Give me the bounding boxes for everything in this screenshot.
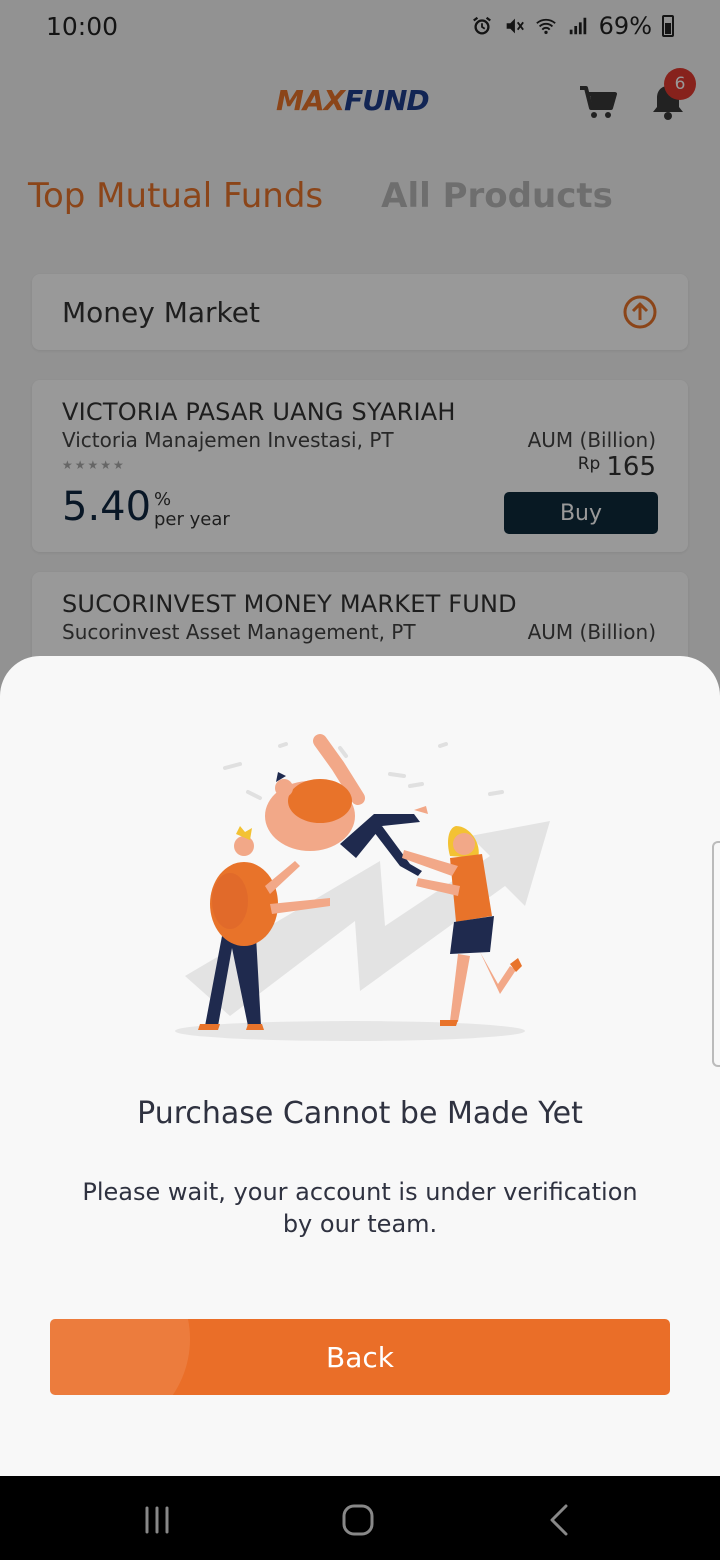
dialog-message: Please wait, your account is under verif… [82, 1178, 638, 1238]
system-nav-bar [0, 1476, 720, 1560]
recent-apps-icon[interactable] [138, 1500, 178, 1540]
button-shine [50, 1319, 190, 1395]
back-button[interactable]: Back [50, 1319, 670, 1395]
home-icon[interactable] [338, 1500, 378, 1540]
celebration-illustration [175, 734, 550, 1041]
dialog-title: Purchase Cannot be Made Yet [137, 1096, 583, 1131]
scroll-handle[interactable] [712, 841, 720, 1067]
back-nav-icon[interactable] [540, 1500, 580, 1540]
verification-bottom-sheet: Purchase Cannot be Made Yet Please wait,… [0, 656, 720, 1476]
back-button-label: Back [326, 1340, 394, 1374]
